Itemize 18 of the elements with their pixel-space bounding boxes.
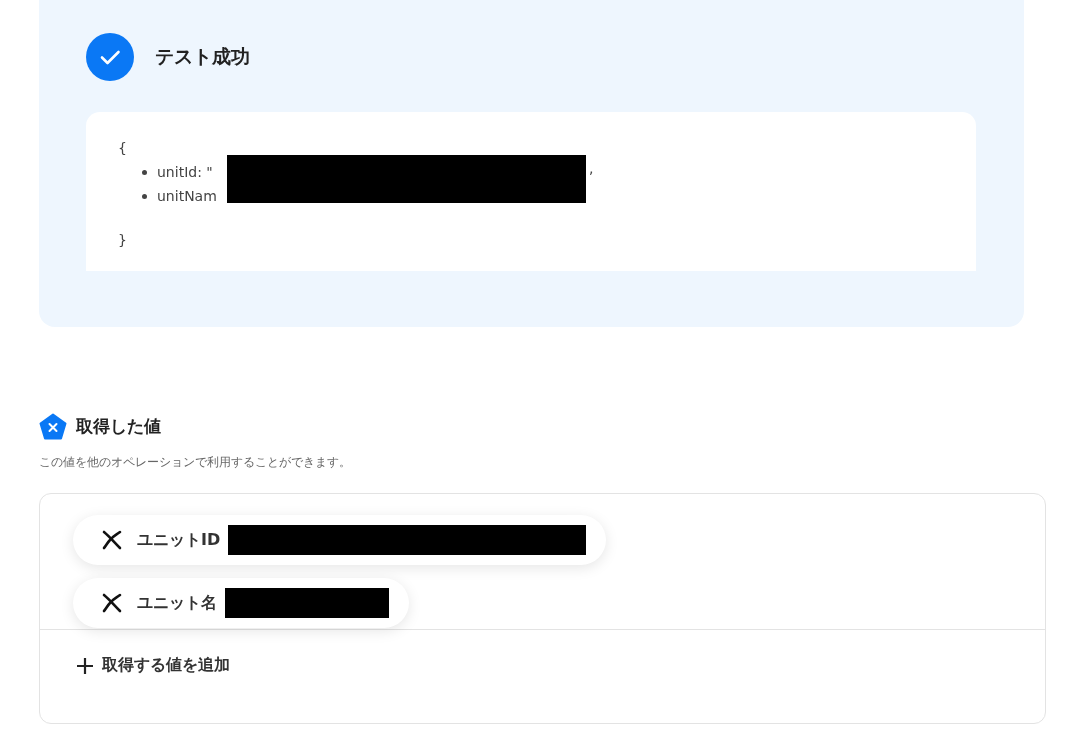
brace-text: }	[118, 232, 127, 248]
pentagon-icon	[39, 413, 67, 440]
add-value-button[interactable]: 取得する値を追加	[76, 651, 230, 680]
check-icon	[86, 33, 134, 81]
brace-text: {	[118, 140, 127, 156]
bullet-icon	[142, 169, 147, 175]
field-text: unitNam	[157, 188, 217, 204]
cross-icon	[101, 592, 123, 614]
comma-text: ,	[589, 160, 594, 176]
value-chip[interactable]: ユニット名	[73, 578, 409, 628]
cross-icon	[101, 529, 123, 551]
field-text: unitId: "	[157, 164, 213, 180]
plus-icon	[76, 656, 94, 675]
section-description: この値を他のオペレーションで利用することができます。	[39, 454, 352, 471]
section-title: 取得した値	[76, 415, 161, 438]
value-chip[interactable]: ユニットID	[73, 515, 607, 565]
bullet-icon	[142, 193, 147, 199]
status-title: テスト成功	[155, 44, 250, 69]
